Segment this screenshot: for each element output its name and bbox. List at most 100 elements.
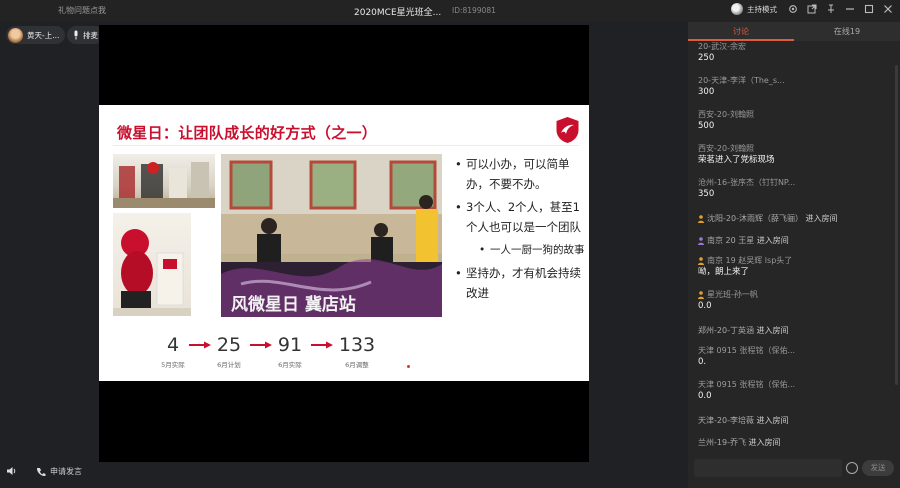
maximize-icon[interactable] xyxy=(863,3,875,15)
window-controls: 主持模式 xyxy=(731,3,894,15)
system-action: 进入房间 xyxy=(748,438,781,447)
slide-bullets: 可以小办，可以简单办，不要不办。 3个人、2个人，甚至1个人也可以是一个团队 一… xyxy=(455,154,585,306)
tab-online[interactable]: 在线19 xyxy=(794,22,900,41)
minimize-icon[interactable] xyxy=(844,3,856,15)
dragon-mascot-photo xyxy=(113,213,191,316)
host-mode-label[interactable]: 主持模式 xyxy=(747,4,777,15)
user-icon xyxy=(698,236,704,245)
host-avatar[interactable] xyxy=(731,3,743,15)
presentation-slide: 微星日：让团队成长的好方式（之一） 风微星日 冀店站 • 可以小办，可以简单办，… xyxy=(99,105,589,381)
chat-input-row: 发送 xyxy=(694,459,894,477)
team-photo: 风微星日 冀店站 xyxy=(221,154,442,317)
chat-scrollbar[interactable] xyxy=(895,65,898,385)
send-button[interactable]: 发送 xyxy=(862,460,894,476)
list-item: 南京 19 赵吴辉 lsp头了 呦，朗上来了 xyxy=(698,255,888,278)
timeline-label: 6月计划 xyxy=(217,361,241,369)
system-user-name: 沈阳-20-沐雨辉（薛飞骊） xyxy=(707,214,803,223)
sender-name: 星光班-孙一帆 xyxy=(707,290,758,299)
sender-name: 南京 19 赵吴辉 lsp头了 xyxy=(707,256,793,265)
list-item: 沧州-16-张序杰（钉钉NP... 350 xyxy=(698,177,888,200)
timeline-step: 133 6月调整 xyxy=(337,335,377,369)
sub-bullet-item: 一人一厨一狗的故事 xyxy=(455,240,585,260)
speaker-avatar xyxy=(8,27,23,43)
popout-icon[interactable] xyxy=(806,3,818,15)
list-item: 西安-20-刘翰照 500 xyxy=(698,109,888,132)
system-join-line: 郑州-20-丁英涵 进入房间 xyxy=(698,325,888,336)
bullet-item: 可以小办，可以简单办，不要不办。 xyxy=(455,154,585,194)
apply-speak-label: 申请发言 xyxy=(50,467,82,476)
timeline-value: 91 xyxy=(277,334,303,356)
arrow-right-icon xyxy=(250,341,272,349)
timeline-step: 4 5月实际 xyxy=(161,335,185,369)
window-title: 2020MCE星光班全... xyxy=(354,8,442,18)
list-item: 天津 0915 张程铭（保佑... 0.0 xyxy=(698,379,888,402)
timeline-label: 6月实际 xyxy=(278,361,302,369)
bullet-item: 坚持办，才有机会持续改进 xyxy=(455,263,585,303)
room-id: ID:8199081 xyxy=(452,6,496,15)
arrow-right-icon xyxy=(311,341,333,349)
system-action: 进入房间 xyxy=(756,236,789,245)
laser-pointer-dot xyxy=(407,365,410,368)
speaker-icon xyxy=(7,467,16,475)
message-text: 250 xyxy=(698,53,715,63)
sender-line: 星光班-孙一帆 xyxy=(698,289,888,300)
list-item: 20-天津-李洋（The_s... 300 xyxy=(698,75,888,98)
speaker-badge[interactable]: 黄天-上... xyxy=(6,26,66,44)
sender-name: 西安-20-刘翰照 xyxy=(698,144,754,153)
system-user-name: 天津-20-李培薇 xyxy=(698,416,754,425)
msi-shield-logo xyxy=(556,117,579,143)
arrow-right-icon xyxy=(189,341,211,349)
apply-speak-button[interactable]: 申请发言 xyxy=(36,466,82,477)
timeline-label: 5月实际 xyxy=(161,361,185,369)
timeline-label: 6月调整 xyxy=(345,361,369,369)
sender-name: 西安-20-刘翰照 xyxy=(698,110,754,119)
timeline-step: 25 6月计划 xyxy=(211,335,247,369)
system-join-line: 沈阳-20-沐雨辉（薛飞骊） 进入房间 xyxy=(698,213,888,224)
message-text: 呦，朗上来了 xyxy=(698,267,750,277)
sender-line: 南京 19 赵吴辉 lsp头了 xyxy=(698,255,888,266)
list-item: 星光班-孙一帆 0.0 xyxy=(698,289,888,312)
volume-button[interactable] xyxy=(6,466,17,476)
settings-icon[interactable] xyxy=(787,3,799,15)
chat-panel: 讨论 在线19 20-武汉-余宏 250 20-天津-李洋（The_s... 3… xyxy=(688,22,900,488)
phone-icon xyxy=(36,467,46,476)
list-item: 天津 0915 张程铭（保佑... 0. xyxy=(698,345,888,368)
message-text: 350 xyxy=(698,189,715,199)
message-text: 荣茗进入了党标现场 xyxy=(698,155,775,165)
system-join-line: 南京 20 王星 进入房间 xyxy=(698,235,888,246)
message-text: 0.0 xyxy=(698,301,712,311)
microphone-icon xyxy=(74,30,78,40)
shared-screen: 微星日：让团队成长的好方式（之一） 风微星日 冀店站 • 可以小办，可以简单办，… xyxy=(99,25,589,462)
title-bar: 礼物问题点我 2020MCE星光班全... ID:8199081 主持模式 xyxy=(0,0,900,22)
chat-tabs: 讨论 在线19 xyxy=(688,22,900,41)
emoji-icon[interactable] xyxy=(846,462,858,474)
user-icon xyxy=(698,290,704,299)
pin-icon[interactable] xyxy=(825,3,837,15)
timeline-value: 133 xyxy=(338,334,376,356)
sender-name: 天津 0915 张程铭（保佑... xyxy=(698,380,796,389)
system-user-name: 郑州-20-丁英涵 xyxy=(698,326,754,335)
close-icon[interactable] xyxy=(882,3,894,15)
chat-list[interactable]: 20-武汉-余宏 250 20-天津-李洋（The_s... 300 西安-20… xyxy=(688,41,900,456)
list-item: 西安-20-刘翰照 荣茗进入了党标现场 xyxy=(698,143,888,166)
sender-name: 20-武汉-余宏 xyxy=(698,42,746,51)
system-action: 进入房间 xyxy=(756,326,789,335)
product-photo xyxy=(113,154,215,208)
mic-queue-label: 排麦 xyxy=(83,30,98,40)
slide-title: 微星日：让团队成长的好方式（之一） xyxy=(117,124,378,142)
speaker-name: 黄天-上... xyxy=(27,30,60,40)
chat-input[interactable] xyxy=(694,459,842,477)
timeline-value: 25 xyxy=(216,334,242,356)
timeline-value: 4 xyxy=(166,334,180,356)
message-text: 0. xyxy=(698,357,707,367)
gift-help-link[interactable]: 礼物问题点我 xyxy=(58,5,106,16)
system-user-name: 兰州-19-乔飞 xyxy=(698,438,746,447)
video-area: 黄天-上... 排麦 微星日：让团队成长的好方式（之一） 风微星日 冀店站 • … xyxy=(0,22,688,488)
message-text: 500 xyxy=(698,121,715,131)
sender-name: 20-天津-李洋（The_s... xyxy=(698,76,785,85)
system-action: 进入房间 xyxy=(756,416,789,425)
system-action: 进入房间 xyxy=(805,214,838,223)
sender-name: 沧州-16-张序杰（钉钉NP... xyxy=(698,178,796,187)
timeline-step: 91 6月实际 xyxy=(273,335,307,369)
bullet-item: 3个人、2个人，甚至1个人也可以是一个团队 xyxy=(455,197,585,237)
